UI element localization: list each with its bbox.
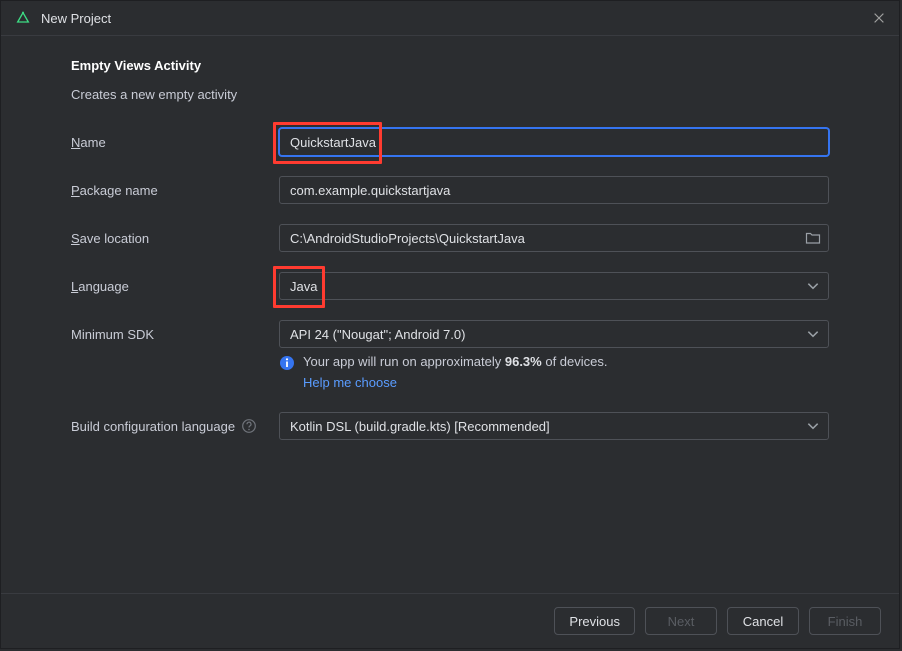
info-icon [279, 355, 295, 371]
chevron-down-icon [806, 279, 820, 293]
row-save-location: Save location [71, 224, 829, 252]
window-title: New Project [41, 11, 869, 26]
finish-button: Finish [809, 607, 881, 635]
close-button[interactable] [869, 8, 889, 28]
titlebar: New Project [1, 1, 899, 36]
android-studio-icon [15, 10, 31, 26]
min-sdk-info: Your app will run on approximately 96.3%… [279, 354, 829, 390]
label-package: Package name [71, 183, 279, 198]
content-area: Empty Views Activity Creates a new empty… [1, 36, 899, 440]
package-input[interactable] [279, 176, 829, 204]
build-lang-select-value: Kotlin DSL (build.gradle.kts) [Recommend… [290, 419, 550, 434]
next-button: Next [645, 607, 717, 635]
browse-folder-icon[interactable] [805, 230, 821, 246]
label-name: Name [71, 135, 279, 150]
help-me-choose-link[interactable]: Help me choose [303, 375, 608, 390]
row-min-sdk: Minimum SDK API 24 ("Nougat"; Android 7.… [71, 320, 829, 348]
min-sdk-select[interactable]: API 24 ("Nougat"; Android 7.0) [279, 320, 829, 348]
help-icon[interactable] [241, 418, 257, 434]
previous-button[interactable]: Previous [554, 607, 635, 635]
label-min-sdk: Minimum SDK [71, 327, 279, 342]
row-name: Name [71, 128, 829, 156]
chevron-down-icon [806, 327, 820, 341]
label-save-location: Save location [71, 231, 279, 246]
row-language: Language Java [71, 272, 829, 300]
button-bar: Previous Next Cancel Finish [1, 593, 899, 648]
build-lang-select[interactable]: Kotlin DSL (build.gradle.kts) [Recommend… [279, 412, 829, 440]
row-package: Package name [71, 176, 829, 204]
save-location-input[interactable] [279, 224, 829, 252]
page-heading: Empty Views Activity [71, 58, 829, 73]
name-input[interactable] [279, 128, 829, 156]
label-build-lang: Build configuration language [71, 418, 279, 434]
language-select[interactable]: Java [279, 272, 829, 300]
min-sdk-info-text: Your app will run on approximately 96.3%… [303, 354, 608, 390]
row-build-lang: Build configuration language Kotlin DSL … [71, 412, 829, 440]
min-sdk-select-value: API 24 ("Nougat"; Android 7.0) [290, 327, 465, 342]
chevron-down-icon [806, 419, 820, 433]
label-language: Language [71, 279, 279, 294]
cancel-button[interactable]: Cancel [727, 607, 799, 635]
new-project-dialog: New Project Empty Views Activity Creates… [0, 0, 900, 649]
language-select-value: Java [290, 279, 317, 294]
page-subtitle: Creates a new empty activity [71, 87, 829, 102]
